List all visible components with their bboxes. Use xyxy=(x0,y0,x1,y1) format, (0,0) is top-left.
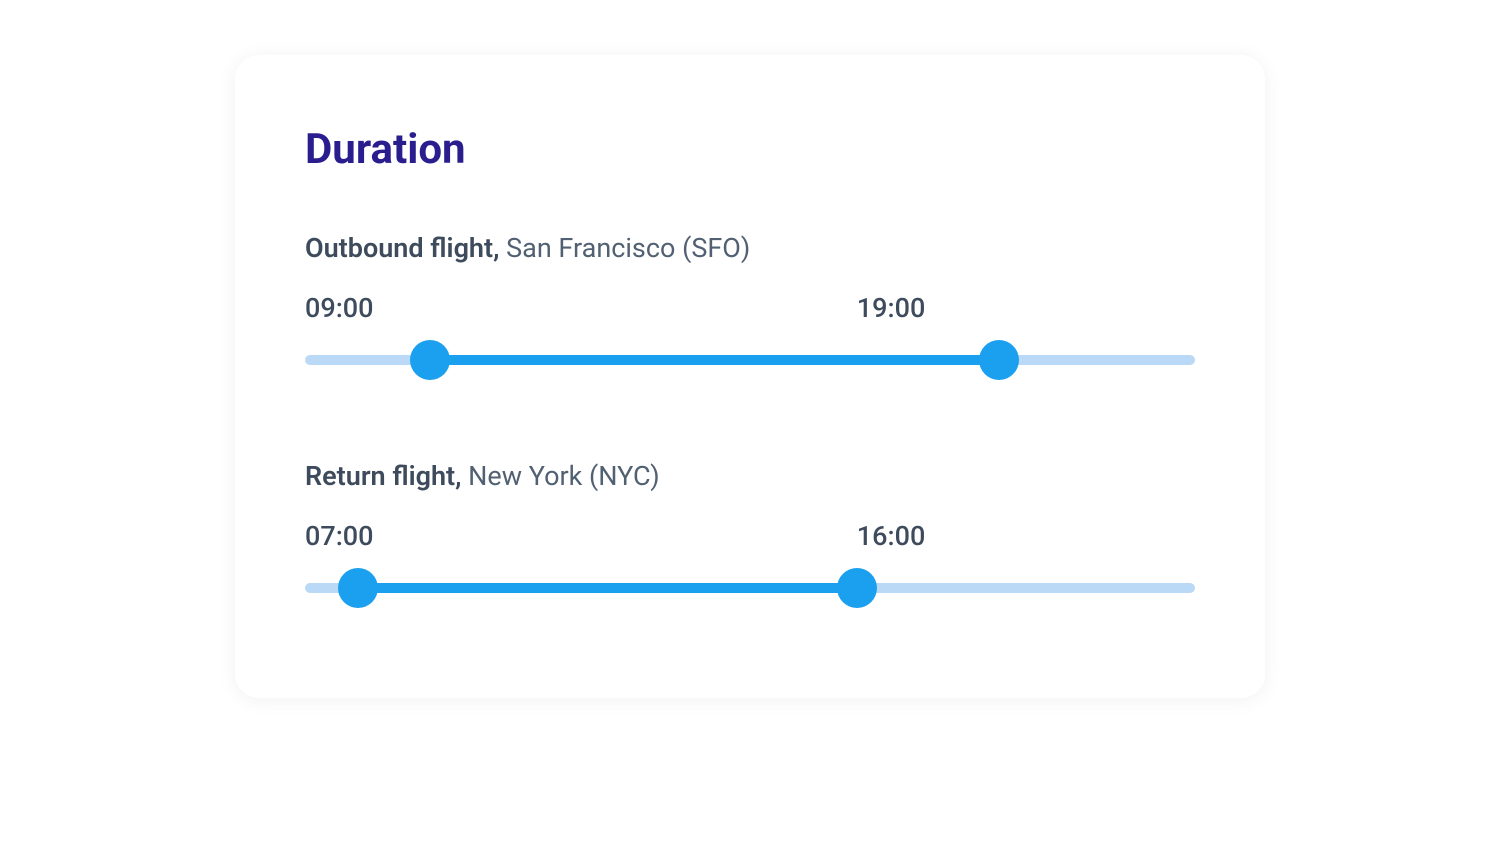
return-track-fill xyxy=(358,583,856,593)
return-slider-label: Return flight, New York (NYC) xyxy=(305,460,1195,492)
outbound-track-fill xyxy=(430,355,1000,365)
return-slider-block: Return flight, New York (NYC) 07:00 16:0… xyxy=(305,460,1195,608)
return-label-light: New York (NYC) xyxy=(461,460,659,492)
outbound-label-bold: Outbound flight, xyxy=(305,232,499,264)
outbound-slider-track[interactable] xyxy=(305,340,1195,380)
outbound-slider-block: Outbound flight, San Francisco (SFO) 09:… xyxy=(305,232,1195,380)
duration-filter-card: Duration Outbound flight, San Francisco … xyxy=(235,55,1265,698)
return-handle-max[interactable] xyxy=(837,568,877,608)
outbound-max-value: 19:00 xyxy=(857,292,926,324)
return-handle-min[interactable] xyxy=(338,568,378,608)
outbound-slider-label: Outbound flight, San Francisco (SFO) xyxy=(305,232,1195,264)
return-max-value: 16:00 xyxy=(857,520,926,552)
return-label-bold: Return flight, xyxy=(305,460,461,492)
card-title: Duration xyxy=(305,125,1195,174)
outbound-slider-values: 09:00 19:00 xyxy=(305,292,1195,326)
outbound-handle-max[interactable] xyxy=(979,340,1019,380)
return-slider-track[interactable] xyxy=(305,568,1195,608)
return-min-value: 07:00 xyxy=(305,520,374,552)
outbound-handle-min[interactable] xyxy=(410,340,450,380)
outbound-min-value: 09:00 xyxy=(305,292,374,324)
return-slider-values: 07:00 16:00 xyxy=(305,520,1195,554)
return-track-bg xyxy=(305,583,1195,593)
outbound-label-light: San Francisco (SFO) xyxy=(499,232,750,264)
